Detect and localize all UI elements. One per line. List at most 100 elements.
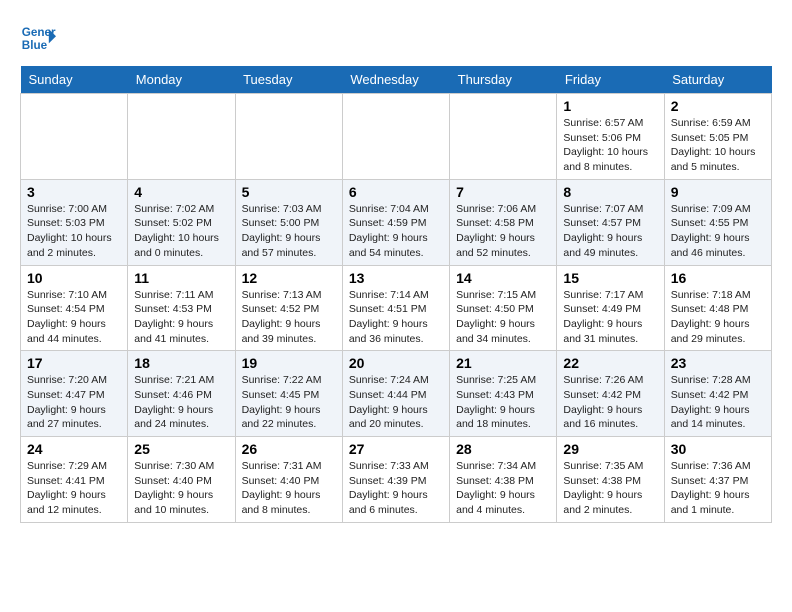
calendar-cell: 16 Sunrise: 7:18 AM Sunset: 4:48 PM Dayli…	[664, 265, 771, 351]
calendar-cell: 17 Sunrise: 7:20 AM Sunset: 4:47 PM Dayli…	[21, 351, 128, 437]
calendar-cell: 25Sunrise: 7:30 AM Sunset: 4:40 PM Dayli…	[128, 437, 235, 523]
day-info: Sunrise: 7:10 AM Sunset: 4:54 PM Dayligh…	[27, 288, 121, 347]
day-number: 15	[563, 270, 657, 286]
day-info: Sunrise: 7:15 AM Sunset: 4:50 PM Dayligh…	[456, 288, 550, 347]
calendar-cell: 12 Sunrise: 7:13 AM Sunset: 4:52 PM Dayli…	[235, 265, 342, 351]
day-info: Sunrise: 6:57 AM Sunset: 5:06 PM Dayligh…	[563, 116, 657, 175]
day-number: 9	[671, 184, 765, 200]
day-number: 21	[456, 355, 550, 371]
day-info: Sunrise: 7:18 AM Sunset: 4:48 PM Dayligh…	[671, 288, 765, 347]
calendar-cell: 19Sunrise: 7:22 AM Sunset: 4:45 PM Dayli…	[235, 351, 342, 437]
day-info: Sunrise: 7:28 AM Sunset: 4:42 PM Dayligh…	[671, 373, 765, 432]
day-number: 28	[456, 441, 550, 457]
calendar-cell	[21, 94, 128, 180]
weekday-header-sunday: Sunday	[21, 66, 128, 94]
day-info: Sunrise: 7:33 AM Sunset: 4:39 PM Dayligh…	[349, 459, 443, 518]
weekday-header-monday: Monday	[128, 66, 235, 94]
day-number: 4	[134, 184, 228, 200]
weekday-header-thursday: Thursday	[450, 66, 557, 94]
day-info: Sunrise: 7:26 AM Sunset: 4:42 PM Dayligh…	[563, 373, 657, 432]
day-number: 14	[456, 270, 550, 286]
day-number: 30	[671, 441, 765, 457]
calendar-cell: 28Sunrise: 7:34 AM Sunset: 4:38 PM Dayli…	[450, 437, 557, 523]
day-number: 27	[349, 441, 443, 457]
svg-text:Blue: Blue	[22, 39, 48, 52]
day-info: Sunrise: 7:29 AM Sunset: 4:41 PM Dayligh…	[27, 459, 121, 518]
day-number: 12	[242, 270, 336, 286]
weekday-header-wednesday: Wednesday	[342, 66, 449, 94]
calendar-cell: 21 Sunrise: 7:25 AM Sunset: 4:43 PM Dayli…	[450, 351, 557, 437]
day-number: 19	[242, 355, 336, 371]
calendar-cell: 7Sunrise: 7:06 AM Sunset: 4:58 PM Daylig…	[450, 179, 557, 265]
logo: General Blue	[20, 20, 56, 56]
calendar-cell: 1 Sunrise: 6:57 AM Sunset: 5:06 PM Daylig…	[557, 94, 664, 180]
calendar-body: 1 Sunrise: 6:57 AM Sunset: 5:06 PM Daylig…	[21, 94, 772, 523]
day-info: Sunrise: 7:11 AM Sunset: 4:53 PM Dayligh…	[134, 288, 228, 347]
day-number: 24	[27, 441, 121, 457]
day-info: Sunrise: 7:17 AM Sunset: 4:49 PM Dayligh…	[563, 288, 657, 347]
weekday-header-friday: Friday	[557, 66, 664, 94]
calendar-week-3: 10 Sunrise: 7:10 AM Sunset: 4:54 PM Dayli…	[21, 265, 772, 351]
calendar-cell: 3 Sunrise: 7:00 AM Sunset: 5:03 PM Daylig…	[21, 179, 128, 265]
day-info: Sunrise: 7:25 AM Sunset: 4:43 PM Dayligh…	[456, 373, 550, 432]
day-info: Sunrise: 7:35 AM Sunset: 4:38 PM Dayligh…	[563, 459, 657, 518]
day-info: Sunrise: 7:13 AM Sunset: 4:52 PM Dayligh…	[242, 288, 336, 347]
calendar-week-2: 3 Sunrise: 7:00 AM Sunset: 5:03 PM Daylig…	[21, 179, 772, 265]
weekday-header-tuesday: Tuesday	[235, 66, 342, 94]
calendar-table: SundayMondayTuesdayWednesdayThursdayFrid…	[20, 66, 772, 523]
day-number: 5	[242, 184, 336, 200]
calendar-week-5: 24 Sunrise: 7:29 AM Sunset: 4:41 PM Dayli…	[21, 437, 772, 523]
calendar-cell: 13 Sunrise: 7:14 AM Sunset: 4:51 PM Dayli…	[342, 265, 449, 351]
day-number: 13	[349, 270, 443, 286]
day-info: Sunrise: 7:36 AM Sunset: 4:37 PM Dayligh…	[671, 459, 765, 518]
calendar-cell: 15 Sunrise: 7:17 AM Sunset: 4:49 PM Dayli…	[557, 265, 664, 351]
logo-icon: General Blue	[20, 20, 56, 56]
day-number: 3	[27, 184, 121, 200]
day-info: Sunrise: 7:04 AM Sunset: 4:59 PM Dayligh…	[349, 202, 443, 261]
day-number: 17	[27, 355, 121, 371]
calendar-cell: 20 Sunrise: 7:24 AM Sunset: 4:44 PM Dayli…	[342, 351, 449, 437]
day-number: 20	[349, 355, 443, 371]
calendar-cell: 4 Sunrise: 7:02 AM Sunset: 5:02 PM Daylig…	[128, 179, 235, 265]
day-number: 2	[671, 98, 765, 114]
calendar-cell	[235, 94, 342, 180]
day-info: Sunrise: 7:02 AM Sunset: 5:02 PM Dayligh…	[134, 202, 228, 261]
day-number: 6	[349, 184, 443, 200]
day-info: Sunrise: 7:20 AM Sunset: 4:47 PM Dayligh…	[27, 373, 121, 432]
calendar-cell: 8Sunrise: 7:07 AM Sunset: 4:57 PM Daylig…	[557, 179, 664, 265]
day-number: 18	[134, 355, 228, 371]
day-number: 10	[27, 270, 121, 286]
calendar-header: SundayMondayTuesdayWednesdayThursdayFrid…	[21, 66, 772, 94]
calendar-cell	[128, 94, 235, 180]
day-info: Sunrise: 6:59 AM Sunset: 5:05 PM Dayligh…	[671, 116, 765, 175]
day-info: Sunrise: 7:03 AM Sunset: 5:00 PM Dayligh…	[242, 202, 336, 261]
calendar-cell: 10 Sunrise: 7:10 AM Sunset: 4:54 PM Dayli…	[21, 265, 128, 351]
calendar-cell: 5 Sunrise: 7:03 AM Sunset: 5:00 PM Daylig…	[235, 179, 342, 265]
calendar-cell: 11 Sunrise: 7:11 AM Sunset: 4:53 PM Dayli…	[128, 265, 235, 351]
day-number: 29	[563, 441, 657, 457]
calendar-cell: 14 Sunrise: 7:15 AM Sunset: 4:50 PM Dayli…	[450, 265, 557, 351]
day-number: 1	[563, 98, 657, 114]
day-number: 22	[563, 355, 657, 371]
day-number: 11	[134, 270, 228, 286]
day-info: Sunrise: 7:24 AM Sunset: 4:44 PM Dayligh…	[349, 373, 443, 432]
weekday-header-row: SundayMondayTuesdayWednesdayThursdayFrid…	[21, 66, 772, 94]
calendar-cell: 9Sunrise: 7:09 AM Sunset: 4:55 PM Daylig…	[664, 179, 771, 265]
weekday-header-saturday: Saturday	[664, 66, 771, 94]
calendar-cell: 6 Sunrise: 7:04 AM Sunset: 4:59 PM Daylig…	[342, 179, 449, 265]
day-number: 23	[671, 355, 765, 371]
page-header: General Blue	[20, 20, 772, 56]
day-info: Sunrise: 7:00 AM Sunset: 5:03 PM Dayligh…	[27, 202, 121, 261]
day-info: Sunrise: 7:31 AM Sunset: 4:40 PM Dayligh…	[242, 459, 336, 518]
day-info: Sunrise: 7:14 AM Sunset: 4:51 PM Dayligh…	[349, 288, 443, 347]
day-number: 26	[242, 441, 336, 457]
calendar-cell: 24 Sunrise: 7:29 AM Sunset: 4:41 PM Dayli…	[21, 437, 128, 523]
calendar-cell: 23 Sunrise: 7:28 AM Sunset: 4:42 PM Dayli…	[664, 351, 771, 437]
calendar-week-4: 17 Sunrise: 7:20 AM Sunset: 4:47 PM Dayli…	[21, 351, 772, 437]
calendar-cell: 22 Sunrise: 7:26 AM Sunset: 4:42 PM Dayli…	[557, 351, 664, 437]
calendar-cell	[450, 94, 557, 180]
calendar-cell: 2 Sunrise: 6:59 AM Sunset: 5:05 PM Daylig…	[664, 94, 771, 180]
calendar-cell: 18Sunrise: 7:21 AM Sunset: 4:46 PM Dayli…	[128, 351, 235, 437]
calendar-cell: 26 Sunrise: 7:31 AM Sunset: 4:40 PM Dayli…	[235, 437, 342, 523]
day-number: 16	[671, 270, 765, 286]
